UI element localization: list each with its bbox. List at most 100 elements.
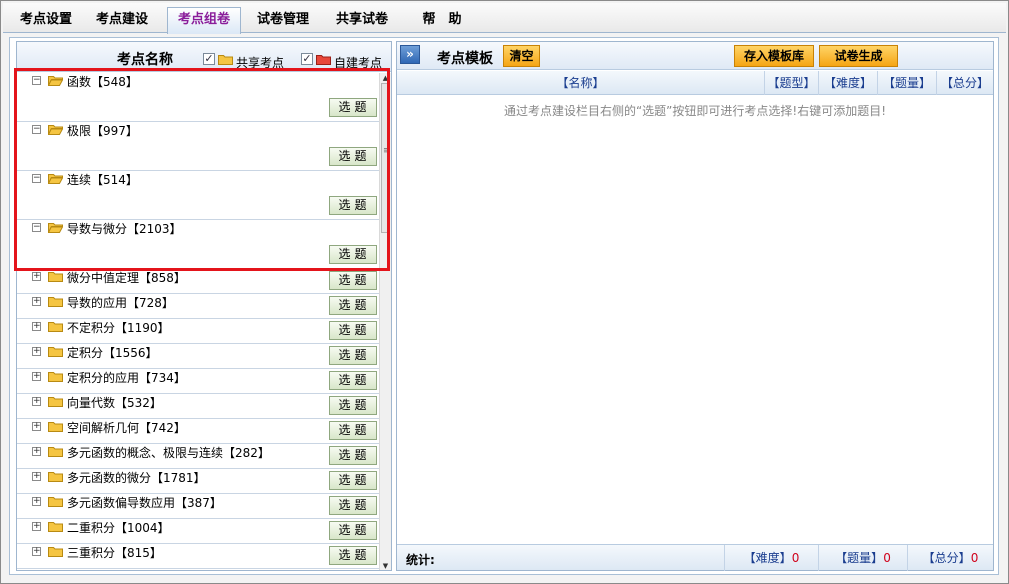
knowledge-point-row[interactable]: + 微分中值定理【858】 选题 (17, 269, 379, 294)
knowledge-point-label: 空间解析几何【742】 (67, 421, 186, 435)
folder-icon (48, 347, 63, 357)
folder-icon (48, 223, 63, 233)
clear-button[interactable]: 清空 (503, 45, 540, 67)
select-questions-button[interactable]: 选题 (329, 396, 377, 415)
knowledge-point-row[interactable]: + 二重积分【1004】 选题 (17, 519, 379, 544)
folder-icon (48, 125, 63, 135)
knowledge-point-row[interactable]: − 函数【548】选题 (17, 73, 379, 122)
own-folder-icon (316, 55, 331, 65)
own-points-checkbox[interactable]: ✓ (301, 53, 313, 65)
knowledge-point-label: 多元函数的微分【1781】 (67, 471, 206, 485)
expand-icon[interactable]: + (32, 322, 41, 331)
app-window: 考点设置 考点建设 考点组卷 试卷管理 共享试卷 帮 助 考点名称 ✓ 共享考点… (0, 0, 1009, 584)
select-questions-button[interactable]: 选题 (329, 521, 377, 540)
knowledge-point-row[interactable]: + 向量代数【532】 选题 (17, 394, 379, 419)
folder-icon (48, 372, 63, 382)
folder-icon (48, 422, 63, 432)
own-points-label: 自建考点 (334, 56, 383, 70)
knowledge-point-header: 考点名称 ✓ 共享考点 ✓ 自建考点 (17, 42, 391, 72)
knowledge-point-label: 定积分【1556】 (67, 346, 158, 360)
knowledge-point-row[interactable]: − 极限【997】选题 (17, 122, 379, 171)
expand-icon[interactable]: + (32, 397, 41, 406)
tab-kaodian-shezhi[interactable]: 考点设置 (11, 8, 81, 33)
knowledge-point-row[interactable]: + 不定积分【1190】 选题 (17, 319, 379, 344)
select-questions-button[interactable]: 选题 (329, 546, 377, 565)
knowledge-point-label: 向量代数【532】 (67, 396, 162, 410)
column-count: 【题量】 (877, 71, 936, 95)
select-questions-button[interactable]: 选题 (329, 496, 377, 515)
list-scrollbar[interactable]: ▲ ≡ ▼ (379, 73, 391, 570)
expand-arrows-icon[interactable]: » (400, 45, 420, 64)
folder-icon (48, 472, 63, 482)
select-questions-button[interactable]: 选题 (329, 98, 377, 117)
knowledge-point-list: − 函数【548】 选题 − 极限【997】 选题 − 连续【514】 选题 − 导数与微分【210… (17, 73, 379, 570)
select-questions-button[interactable]: 选题 (329, 346, 377, 365)
expand-icon[interactable]: + (32, 447, 41, 456)
select-questions-button[interactable]: 选题 (329, 196, 377, 215)
select-questions-button[interactable]: 选题 (329, 245, 377, 264)
tab-shijuan-guanli[interactable]: 试卷管理 (248, 8, 318, 33)
knowledge-point-row[interactable]: + 定积分【1556】 选题 (17, 344, 379, 369)
expand-icon[interactable]: + (32, 372, 41, 381)
template-header: » 考点模板 清空 存入模板库 试卷生成 (397, 42, 993, 70)
template-panel: » 考点模板 清空 存入模板库 试卷生成 【名称】 【题型】 【难度】 【题量】… (396, 41, 994, 571)
knowledge-point-row[interactable]: + 多元函数的微分【1781】 选题 (17, 469, 379, 494)
select-questions-button[interactable]: 选题 (329, 296, 377, 315)
column-difficulty: 【难度】 (818, 71, 877, 95)
select-questions-button[interactable]: 选题 (329, 446, 377, 465)
generate-paper-button[interactable]: 试卷生成 (819, 45, 898, 67)
stats-difficulty: 【难度】0 (724, 545, 818, 571)
expand-icon[interactable]: + (32, 347, 41, 356)
tab-kaodian-jianshe[interactable]: 考点建设 (87, 8, 157, 33)
knowledge-point-label: 函数【548】 (67, 75, 138, 89)
collapse-icon[interactable]: − (32, 223, 41, 232)
knowledge-point-label: 定积分的应用【734】 (67, 371, 186, 385)
select-questions-button[interactable]: 选题 (329, 371, 377, 390)
column-name: 【名称】 (556, 76, 605, 90)
scroll-thumb[interactable]: ≡ (381, 83, 391, 233)
folder-icon (48, 547, 63, 557)
scroll-down-arrow-icon[interactable]: ▼ (380, 561, 391, 570)
expand-icon[interactable]: + (32, 547, 41, 556)
expand-icon[interactable]: + (32, 297, 41, 306)
knowledge-point-row[interactable]: + 多元函数偏导数应用【387】 选题 (17, 494, 379, 519)
expand-icon[interactable]: + (32, 472, 41, 481)
collapse-icon[interactable]: − (32, 125, 41, 134)
folder-icon (48, 174, 63, 184)
knowledge-point-row[interactable]: + 空间解析几何【742】 选题 (17, 419, 379, 444)
knowledge-point-row[interactable]: + 三重积分【815】 选题 (17, 544, 379, 569)
knowledge-point-row[interactable]: + 导数的应用【728】 选题 (17, 294, 379, 319)
knowledge-point-row[interactable]: − 连续【514】 选题 (17, 171, 379, 220)
knowledge-point-label: 极限【997】 (67, 124, 138, 138)
knowledge-point-row[interactable]: − 导数与微分【2103】选题 (17, 220, 379, 269)
knowledge-point-label: 三重积分【815】 (67, 546, 162, 560)
collapse-icon[interactable]: − (32, 76, 41, 85)
select-questions-button[interactable]: 选题 (329, 471, 377, 490)
knowledge-point-row[interactable]: + 定积分的应用【734】 选题 (17, 369, 379, 394)
knowledge-point-label: 导数与微分【2103】 (67, 222, 182, 236)
expand-icon[interactable]: + (32, 422, 41, 431)
scroll-up-arrow-icon[interactable]: ▲ (380, 73, 391, 83)
template-title: 考点模板 (437, 51, 493, 67)
collapse-icon[interactable]: − (32, 174, 41, 183)
tab-gongxiang-shijuan[interactable]: 共享试卷 (327, 8, 397, 33)
expand-icon[interactable]: + (32, 522, 41, 531)
knowledge-point-row[interactable]: + 多元函数的概念、极限与连续【282】 选题 (17, 444, 379, 469)
select-questions-button[interactable]: 选题 (329, 321, 377, 340)
knowledge-point-label: 多元函数偏导数应用【387】 (67, 496, 222, 510)
tab-kaodian-zujuan[interactable]: 考点组卷 (167, 7, 241, 34)
folder-icon (48, 447, 63, 457)
folder-icon (48, 297, 63, 307)
select-questions-button[interactable]: 选题 (329, 421, 377, 440)
knowledge-point-label: 多元函数的概念、极限与连续【282】 (67, 446, 270, 460)
expand-icon[interactable]: + (32, 497, 41, 506)
shared-points-checkbox[interactable]: ✓ (203, 53, 215, 65)
save-template-button[interactable]: 存入模板库 (734, 45, 814, 67)
knowledge-point-label: 不定积分【1190】 (67, 321, 170, 335)
folder-icon (48, 272, 63, 282)
knowledge-point-label: 二重积分【1004】 (67, 521, 170, 535)
select-questions-button[interactable]: 选题 (329, 271, 377, 290)
select-questions-button[interactable]: 选题 (329, 147, 377, 166)
expand-icon[interactable]: + (32, 272, 41, 281)
tab-help[interactable]: 帮 助 (407, 8, 477, 33)
